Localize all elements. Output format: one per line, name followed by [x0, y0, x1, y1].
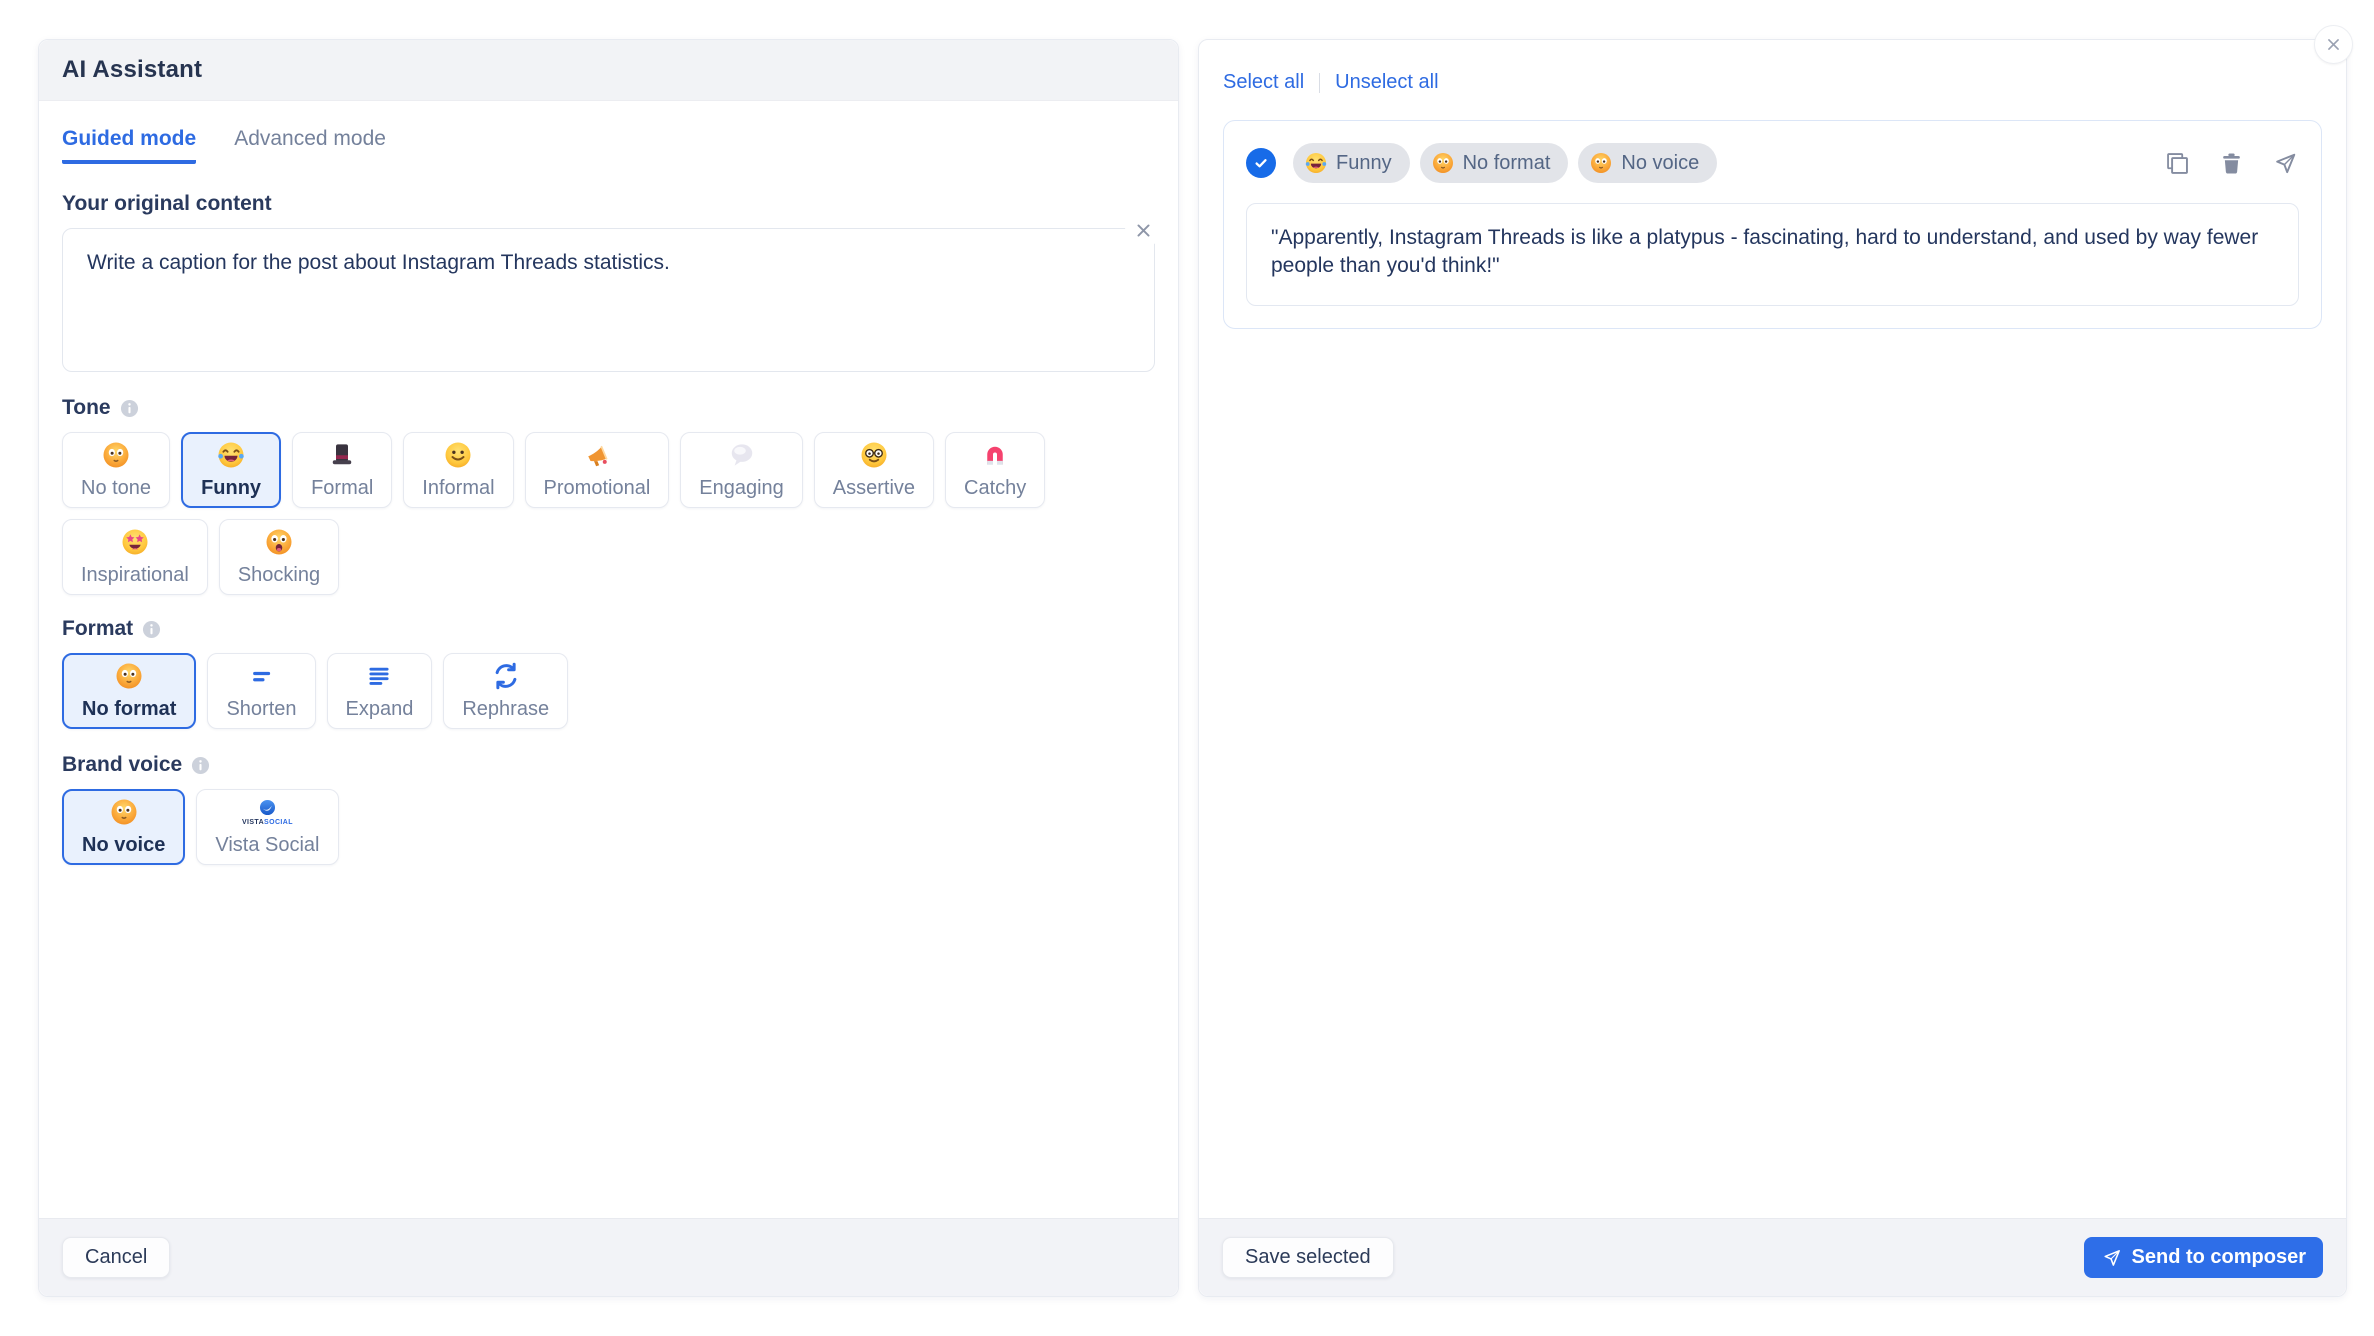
brand-voice-option-vista-social[interactable]: VISTASOCIAL Vista Social — [196, 789, 338, 865]
copy-icon[interactable] — [2164, 150, 2191, 177]
joy-face-emoji-icon — [1304, 151, 1328, 175]
unselect-all-link[interactable]: Unselect all — [1335, 71, 1438, 94]
format-option-rephrase[interactable]: Rephrase — [443, 653, 568, 729]
neutral-face-emoji-icon — [1431, 151, 1455, 175]
top-hat-emoji-icon — [327, 440, 357, 470]
result-card-header: Funny No format No voice — [1246, 143, 2299, 183]
format-option-shorten[interactable]: Shorten — [207, 653, 315, 729]
smile-face-emoji-icon — [443, 440, 473, 470]
glasses-face-emoji-icon — [859, 440, 889, 470]
result-tags: Funny No format No voice — [1293, 143, 1717, 183]
info-icon — [191, 756, 210, 775]
tag-no-format: No format — [1420, 143, 1569, 183]
cancel-button[interactable]: Cancel — [62, 1237, 170, 1278]
ai-assistant-dialog: AI Assistant Guided mode Advanced mode Y… — [38, 39, 1179, 1297]
check-icon — [1251, 153, 1271, 173]
format-options: No format Shorten Expand Rephrase — [62, 653, 1155, 729]
neutral-face-emoji-icon — [1589, 151, 1613, 175]
tone-option-inspirational[interactable]: Inspirational — [62, 519, 208, 595]
tag-no-voice: No voice — [1578, 143, 1717, 183]
tone-option-catchy[interactable]: Catchy — [945, 432, 1045, 508]
tone-option-engaging[interactable]: Engaging — [680, 432, 803, 508]
trash-icon[interactable] — [2218, 150, 2245, 177]
format-label: Format — [62, 617, 1155, 641]
astonished-face-emoji-icon — [264, 527, 294, 557]
tab-advanced-mode[interactable]: Advanced mode — [234, 127, 386, 164]
dialog-body: Guided mode Advanced mode Your original … — [39, 101, 1178, 1218]
send-to-composer-button[interactable]: Send to composer — [2084, 1237, 2323, 1278]
dialog-title: AI Assistant — [62, 56, 202, 84]
megaphone-emoji-icon — [582, 440, 612, 470]
results-panel: Select all Unselect all Funny No format — [1198, 39, 2347, 1297]
tone-option-shocking[interactable]: Shocking — [219, 519, 339, 595]
tone-option-formal[interactable]: Formal — [292, 432, 392, 508]
joy-face-emoji-icon — [216, 440, 246, 470]
format-option-no-format[interactable]: No format — [62, 653, 196, 729]
tone-option-promotional[interactable]: Promotional — [525, 432, 670, 508]
send-plane-icon — [2101, 1247, 2123, 1269]
generated-result-card: Funny No format No voice — [1223, 120, 2322, 329]
info-icon — [142, 620, 161, 639]
info-icon — [120, 399, 139, 418]
result-checkbox[interactable] — [1246, 148, 1276, 178]
result-actions — [2164, 150, 2299, 177]
generated-caption-text: "Apparently, Instagram Threads is like a… — [1246, 203, 2299, 306]
shorten-icon — [246, 661, 276, 691]
select-all-link[interactable]: Select all — [1223, 71, 1304, 94]
brand-voice-options: No voice VISTASOCIAL Vista Social — [62, 789, 1155, 865]
tone-label: Tone — [62, 396, 1155, 420]
original-content-value: Write a caption for the post about Insta… — [87, 251, 670, 274]
speech-balloon-emoji-icon — [727, 440, 757, 470]
expand-icon — [364, 661, 394, 691]
left-footer: Cancel — [39, 1218, 1178, 1296]
send-icon[interactable] — [2272, 150, 2299, 177]
close-dialog-button[interactable] — [2314, 25, 2353, 64]
link-divider — [1319, 73, 1320, 93]
original-content-input[interactable]: Write a caption for the post about Insta… — [62, 228, 1155, 372]
neutral-face-emoji-icon — [114, 661, 144, 691]
original-content-label: Your original content — [62, 192, 1155, 216]
brand-voice-label: Brand voice — [62, 753, 1155, 777]
brand-voice-option-no-voice[interactable]: No voice — [62, 789, 185, 865]
format-option-expand[interactable]: Expand — [327, 653, 433, 729]
rephrase-icon — [491, 661, 521, 691]
tone-option-informal[interactable]: Informal — [403, 432, 513, 508]
tone-option-no-tone[interactable]: No tone — [62, 432, 170, 508]
star-struck-emoji-icon — [120, 527, 150, 557]
tone-option-funny[interactable]: Funny — [181, 432, 281, 508]
tag-funny: Funny — [1293, 143, 1410, 183]
mode-tabs: Guided mode Advanced mode — [62, 127, 1155, 164]
vista-social-logo: VISTASOCIAL — [242, 797, 293, 827]
selection-links: Select all Unselect all — [1223, 71, 2322, 94]
magnet-emoji-icon — [980, 440, 1010, 470]
right-footer: Save selected Send to composer — [1199, 1218, 2346, 1296]
results-body: Select all Unselect all Funny No format — [1199, 40, 2346, 1218]
tab-guided-mode[interactable]: Guided mode — [62, 127, 196, 164]
save-selected-button[interactable]: Save selected — [1222, 1237, 1394, 1278]
neutral-face-emoji-icon — [109, 797, 139, 827]
tone-option-assertive[interactable]: Assertive — [814, 432, 934, 508]
close-icon — [2324, 35, 2343, 54]
tone-options: No tone Funny Formal Informal Promotiona… — [62, 432, 1155, 595]
neutral-face-emoji-icon — [101, 440, 131, 470]
dialog-header: AI Assistant — [39, 40, 1178, 101]
clear-content-button[interactable] — [1125, 212, 1161, 248]
